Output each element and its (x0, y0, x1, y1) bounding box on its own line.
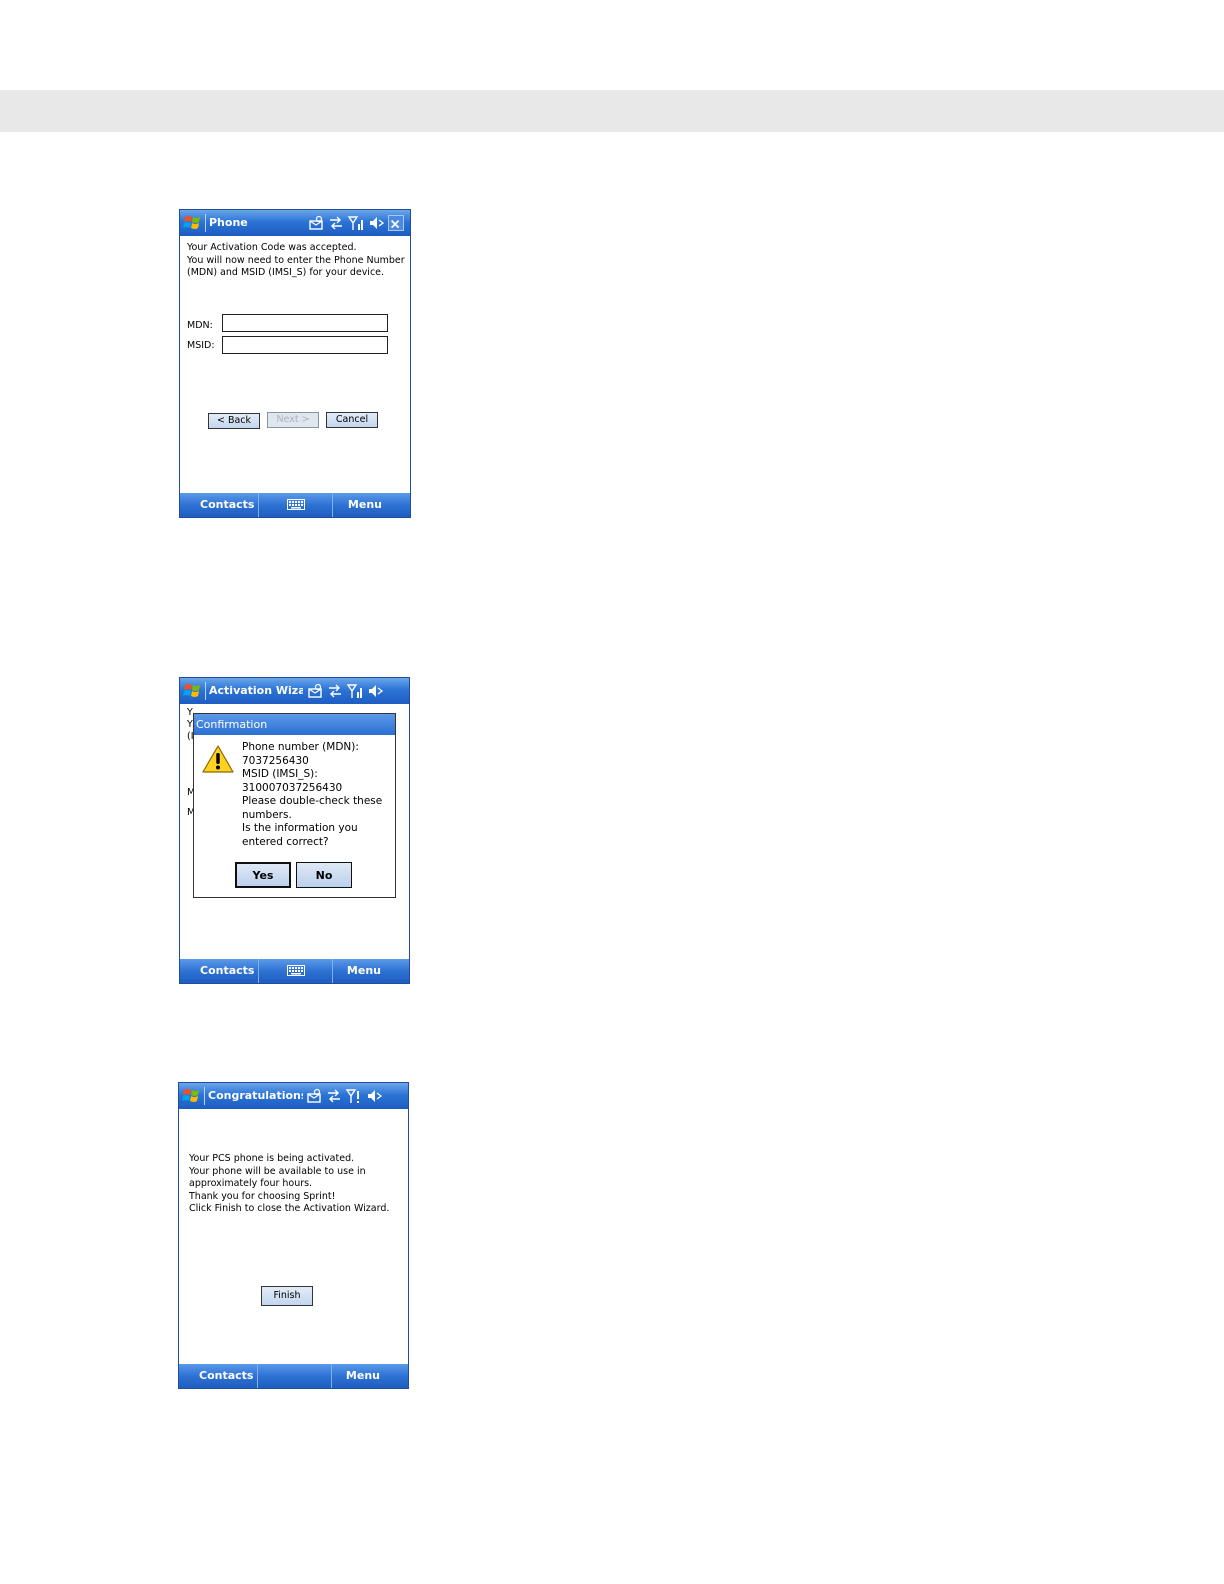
menu-softkey[interactable]: Menu (347, 959, 381, 983)
mdn-field[interactable] (222, 314, 388, 332)
instruction-text: Your Activation Code was accepted. You w… (187, 242, 407, 280)
finish-button[interactable]: Finish (261, 1286, 313, 1306)
content-area: Your PCS phone is being activated. Your … (179, 1109, 408, 1364)
content-area: Y Y (I M M Confirmation Phone number (MD… (180, 704, 409, 959)
title-bar: Activation Wizard (180, 678, 409, 704)
msid-value: 310007037256430 (242, 781, 343, 794)
softbar-divider (258, 959, 259, 983)
confirmation-screen: Activation Wizard Y Y (I M M Confirmatio… (179, 677, 410, 984)
text-line: Your Activation Code was accepted. (187, 242, 357, 253)
new-message-icon[interactable] (306, 1088, 322, 1104)
message-line: Is the information you (242, 822, 358, 834)
softbar-divider (332, 493, 333, 517)
contacts-softkey[interactable]: Contacts (200, 959, 254, 983)
confirmation-dialog: Confirmation Phone number (MDN): 7037256… (193, 713, 396, 898)
next-button[interactable]: Next > (267, 412, 319, 428)
softbar-divider (332, 959, 333, 983)
congratulations-screen: Congratulations! Your PCS phone is being… (178, 1082, 409, 1389)
dialog-title: Confirmation (194, 714, 395, 735)
msid-field[interactable] (222, 336, 388, 354)
windows-flag-icon[interactable] (183, 214, 203, 232)
window-title: Activation Wizard (209, 684, 303, 697)
text-line: Click Finish to close the Activation Wiz… (189, 1203, 390, 1214)
text-line: Your phone will be available to use in (189, 1165, 366, 1177)
mdn-value: 7037256430 (242, 754, 309, 767)
title-separator (205, 682, 206, 700)
activation-message: Your PCS phone is being activated. Your … (189, 1153, 407, 1216)
new-message-icon[interactable] (307, 683, 323, 699)
speaker-muted-icon[interactable] (367, 683, 384, 699)
title-bar: Congratulations! (179, 1083, 408, 1109)
menu-softkey[interactable]: Menu (348, 493, 382, 517)
softbar-divider (257, 1364, 258, 1388)
text-line: Thank you for choosing Sprint! (189, 1190, 336, 1202)
signal-strength-icon[interactable] (347, 215, 364, 231)
msid-label: MSID: (187, 340, 215, 351)
content-area: Your Activation Code was accepted. You w… (180, 236, 410, 493)
windows-flag-icon[interactable] (182, 1087, 202, 1105)
phone-screen: Phone Your Activation Code was accepted.… (179, 209, 411, 518)
soft-key-bar: Contacts Menu (180, 493, 410, 517)
window-title: Congratulations! (208, 1089, 303, 1102)
mdn-label: MDN: (187, 320, 213, 331)
sync-arrows-icon[interactable] (326, 1088, 342, 1104)
no-button[interactable]: No (296, 862, 352, 888)
text-line: (MDN) and MSID (IMSI_S) for your device. (187, 267, 385, 278)
message-line: numbers. (242, 808, 292, 821)
window-title: Phone (209, 216, 248, 229)
text-line: You will now need to enter the Phone Num… (187, 254, 405, 266)
title-separator (205, 214, 206, 232)
sync-arrows-icon[interactable] (327, 683, 343, 699)
windows-flag-icon[interactable] (183, 682, 203, 700)
text-line: Your PCS phone is being activated. (189, 1153, 355, 1164)
background-text: Y (187, 719, 193, 730)
soft-key-bar: Contacts Menu (180, 959, 409, 983)
signal-strength-icon[interactable] (345, 1088, 362, 1104)
text-line: approximately four hours. (189, 1178, 313, 1189)
page-header-band (0, 90, 1224, 132)
background-text: Y (187, 707, 193, 718)
sync-arrows-icon[interactable] (328, 215, 344, 231)
title-separator (204, 1087, 205, 1105)
cancel-button[interactable]: Cancel (326, 412, 378, 428)
new-message-icon[interactable] (308, 215, 324, 231)
message-line: MSID (IMSI_S): (242, 768, 318, 780)
message-line: Phone number (MDN): (242, 741, 359, 753)
speaker-muted-icon[interactable] (368, 215, 385, 231)
keyboard-icon[interactable] (287, 965, 305, 976)
soft-key-bar: Contacts Menu (179, 1364, 408, 1388)
message-line: entered correct? (242, 835, 329, 848)
dialog-message: Phone number (MDN): 7037256430 MSID (IMS… (242, 741, 394, 849)
status-icons (306, 1088, 383, 1104)
close-icon[interactable] (388, 215, 404, 231)
contacts-softkey[interactable]: Contacts (199, 1364, 253, 1388)
softbar-divider (258, 493, 259, 517)
speaker-muted-icon[interactable] (366, 1088, 383, 1104)
softbar-divider (331, 1364, 332, 1388)
status-icons (308, 215, 404, 231)
back-button[interactable]: < Back (208, 413, 260, 429)
title-bar: Phone (180, 210, 410, 236)
contacts-softkey[interactable]: Contacts (200, 493, 254, 517)
message-line: Please double-check these (242, 795, 383, 807)
status-icons (307, 683, 384, 699)
keyboard-icon[interactable] (287, 499, 305, 510)
yes-button[interactable]: Yes (235, 862, 291, 888)
warning-icon (202, 745, 234, 773)
menu-softkey[interactable]: Menu (346, 1364, 380, 1388)
signal-strength-icon[interactable] (346, 683, 363, 699)
